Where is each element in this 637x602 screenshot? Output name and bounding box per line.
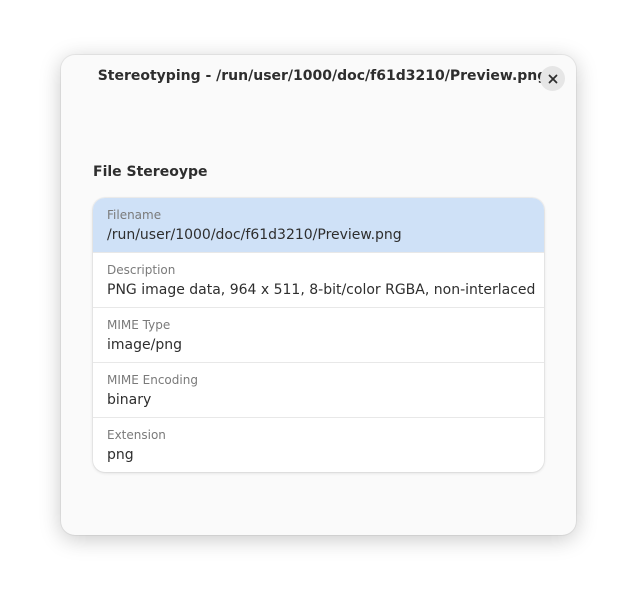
close-icon	[548, 74, 557, 83]
property-label: Filename	[107, 208, 162, 222]
window-title: Stereotyping - /run/user/1000/doc/f61d32…	[97, 68, 548, 84]
property-label: Description	[107, 263, 176, 277]
titlebar: Stereotyping - /run/user/1000/doc/f61d32…	[61, 55, 576, 101]
property-row-extension[interactable]: Extension png	[93, 418, 544, 472]
property-value: image/png	[107, 337, 182, 353]
property-row-mime-encoding[interactable]: MIME Encoding binary	[93, 363, 544, 418]
section-title: File Stereoype	[93, 164, 208, 180]
close-button[interactable]	[540, 66, 565, 91]
property-row-filename[interactable]: Filename /run/user/1000/doc/f61d3210/Pre…	[93, 198, 544, 253]
property-value: binary	[107, 392, 152, 408]
property-row-description[interactable]: Description PNG image data, 964 x 511, 8…	[93, 253, 544, 308]
property-value: /run/user/1000/doc/f61d3210/Preview.png	[107, 227, 402, 243]
property-label: Extension	[107, 428, 166, 442]
property-row-mime-type[interactable]: MIME Type image/png	[93, 308, 544, 363]
property-label: MIME Type	[107, 318, 171, 332]
property-value: png	[107, 447, 134, 463]
properties-list: Filename /run/user/1000/doc/f61d3210/Pre…	[93, 198, 544, 472]
dialog-window: Stereotyping - /run/user/1000/doc/f61d32…	[61, 55, 576, 535]
property-value: PNG image data, 964 x 511, 8-bit/color R…	[107, 282, 536, 298]
property-label: MIME Encoding	[107, 373, 198, 387]
